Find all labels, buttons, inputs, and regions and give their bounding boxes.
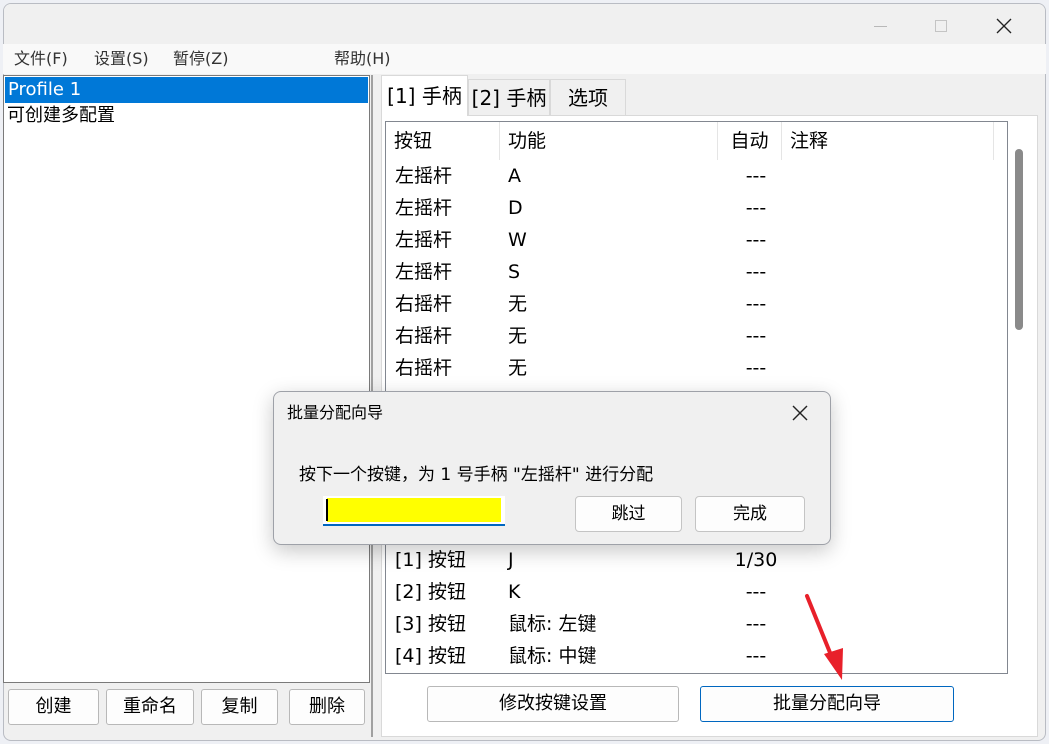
minimize-icon <box>873 25 887 27</box>
cell-button: 左摇杆 <box>395 165 453 187</box>
cell-button: [3] 按钮 <box>395 613 466 635</box>
table-row[interactable]: 左摇杆 D --- <box>386 192 1007 224</box>
cell-button: [4] 按钮 <box>395 645 466 667</box>
key-capture-input[interactable] <box>323 496 505 526</box>
cell-auto: --- <box>745 261 767 283</box>
cell-button: [2] 按钮 <box>395 581 466 603</box>
cell-function: 无 <box>508 357 528 379</box>
batch-assign-wizard-button[interactable]: 批量分配向导 <box>700 686 954 722</box>
delete-button[interactable]: 删除 <box>289 689 365 725</box>
cell-auto: --- <box>745 645 767 667</box>
cell-function: S <box>508 261 521 283</box>
tab-controller-2[interactable]: [2] 手柄 <box>468 79 550 115</box>
cell-function: 无 <box>508 325 528 347</box>
cell-auto: --- <box>745 581 767 603</box>
column-header-note[interactable]: 注释 <box>782 122 994 160</box>
cell-auto: --- <box>745 613 767 635</box>
tab-options[interactable]: 选项 <box>550 79 626 115</box>
cell-function: 鼠标: 中键 <box>508 645 597 667</box>
cell-button: 左摇杆 <box>395 229 453 251</box>
table-row[interactable]: [4] 按钮 鼠标: 中键 --- <box>386 640 1007 672</box>
table-header: 按钮 功能 自动 注释 <box>386 122 1007 160</box>
table-row[interactable]: 左摇杆 S --- <box>386 256 1007 288</box>
maximize-button[interactable] <box>918 4 964 48</box>
red-arrow-annotation <box>805 594 843 680</box>
table-row[interactable]: [3] 按钮 鼠标: 左键 --- <box>386 608 1007 640</box>
cell-auto: 1/30 <box>734 549 778 571</box>
create-button[interactable]: 创建 <box>8 689 99 725</box>
cell-button: 右摇杆 <box>395 357 453 379</box>
cell-auto: --- <box>745 229 767 251</box>
dialog-message: 按下一个按键，为 1 号手柄 "左摇杆" 进行分配 <box>299 465 654 485</box>
table-row[interactable]: 左摇杆 W --- <box>386 224 1007 256</box>
cell-function: W <box>508 229 527 251</box>
table-scrollbar[interactable] <box>1009 121 1026 674</box>
column-header-button[interactable]: 按钮 <box>386 122 500 160</box>
modify-key-settings-button[interactable]: 修改按键设置 <box>427 686 679 722</box>
profile-item-selected[interactable]: Profile 1 <box>5 77 368 103</box>
batch-assign-dialog: 批量分配向导 按下一个按键，为 1 号手柄 "左摇杆" 进行分配 跳过 完成 <box>273 391 831 545</box>
table-row[interactable]: [1] 按钮 J 1/30 <box>386 544 1007 576</box>
cell-auto: --- <box>745 357 767 379</box>
skip-button[interactable]: 跳过 <box>575 496 682 532</box>
cell-button: 右摇杆 <box>395 293 453 315</box>
cell-function: D <box>508 197 523 219</box>
cell-auto: --- <box>745 197 767 219</box>
close-icon <box>792 405 808 421</box>
title-bar <box>4 4 1045 48</box>
cell-button: 左摇杆 <box>395 261 453 283</box>
table-row[interactable]: 左摇杆 A --- <box>386 160 1007 192</box>
table-row[interactable]: 右摇杆 无 --- <box>386 288 1007 320</box>
menu-pause[interactable]: 暂停(Z) <box>173 44 228 74</box>
table-row[interactable]: 右摇杆 无 --- <box>386 352 1007 384</box>
cell-function: K <box>508 581 521 603</box>
cell-button: [1] 按钮 <box>395 549 466 571</box>
maximize-icon <box>935 20 947 32</box>
cell-button: 左摇杆 <box>395 197 453 219</box>
dialog-close-button[interactable] <box>784 400 816 426</box>
column-header-auto[interactable]: 自动 <box>718 122 782 160</box>
cell-function: A <box>508 165 521 187</box>
copy-button[interactable]: 复制 <box>201 689 278 725</box>
dialog-title: 批量分配向导 <box>287 403 384 422</box>
scroll-thumb[interactable] <box>1015 149 1023 330</box>
menu-settings[interactable]: 设置(S) <box>94 44 149 74</box>
close-icon <box>996 18 1012 34</box>
key-capture-highlight <box>327 498 501 522</box>
cell-function: 无 <box>508 293 528 315</box>
cell-auto: --- <box>745 325 767 347</box>
cell-auto: --- <box>745 293 767 315</box>
done-button[interactable]: 完成 <box>695 496 805 532</box>
table-row[interactable]: [2] 按钮 K --- <box>386 576 1007 608</box>
menu-bar: 文件(F) 设置(S) 暂停(Z) 帮助(H) <box>3 44 1046 74</box>
close-window-button[interactable] <box>981 4 1027 48</box>
tab-controller-1[interactable]: [1] 手柄 <box>381 75 468 116</box>
cell-function: J <box>508 549 514 571</box>
profile-list[interactable]: Profile 1 可创建多配置 <box>3 75 370 683</box>
minimize-button[interactable] <box>857 4 903 48</box>
menu-file[interactable]: 文件(F) <box>14 44 68 74</box>
table-row[interactable]: 右摇杆 无 --- <box>386 320 1007 352</box>
menu-help[interactable]: 帮助(H) <box>334 44 391 74</box>
cell-function: 鼠标: 左键 <box>508 613 597 635</box>
column-header-function[interactable]: 功能 <box>500 122 718 160</box>
text-caret <box>326 499 328 521</box>
profile-item[interactable]: 可创建多配置 <box>4 103 369 129</box>
cell-auto: --- <box>745 165 767 187</box>
cell-button: 右摇杆 <box>395 325 453 347</box>
rename-button[interactable]: 重命名 <box>106 689 194 725</box>
